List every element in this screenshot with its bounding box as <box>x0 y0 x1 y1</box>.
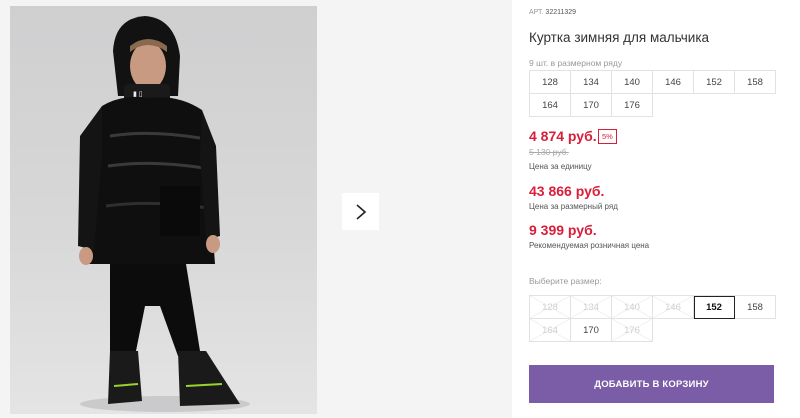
jacket-image: ▮ ▯ <box>78 16 250 412</box>
old-price: 5 130 руб. <box>529 147 569 157</box>
size-option[interactable]: 158 <box>735 296 776 319</box>
size-select-label: Выберите размер: <box>529 276 602 286</box>
size-option: 176 <box>612 319 653 342</box>
size-option: 140 <box>612 296 653 319</box>
pack-info: 9 шт. в размерном ряду <box>529 58 623 68</box>
pack-size-cell: 128 <box>530 71 571 94</box>
size-option[interactable]: 152 <box>694 296 735 319</box>
product-gallery: ▮ ▯ <box>0 0 512 418</box>
pack-size-cell: 134 <box>571 71 612 94</box>
pack-size-cell: 176 <box>612 94 653 117</box>
discount-badge: 5% <box>598 129 617 144</box>
chevron-right-icon <box>355 203 366 220</box>
row-price-label: Цена за размерный ряд <box>529 202 618 211</box>
gallery-next-button[interactable] <box>342 193 379 230</box>
pack-size-grid: 128 134 140 146 152 158 164 170 176 <box>529 70 776 117</box>
svg-text:▮ ▯: ▮ ▯ <box>133 91 143 98</box>
size-option: 164 <box>530 319 571 342</box>
size-option: 134 <box>571 296 612 319</box>
current-price: 4 874 руб. <box>529 128 597 144</box>
row-price: 43 866 руб. <box>529 183 605 199</box>
pack-size-cell: 146 <box>653 71 694 94</box>
product-photo[interactable]: ▮ ▯ <box>10 6 317 414</box>
size-option[interactable]: 170 <box>571 319 612 342</box>
size-option: 146 <box>653 296 694 319</box>
pack-size-cell: 158 <box>735 71 776 94</box>
pack-size-cell: 170 <box>571 94 612 117</box>
article-number: 32211329 <box>545 9 577 16</box>
unit-price-label: Цена за единицу <box>529 162 592 171</box>
size-selector-grid: 128 134 140 146 152 158 164 170 176 <box>529 295 776 342</box>
add-to-cart-button[interactable]: ДОБАВИТЬ В КОРЗИНУ <box>529 365 774 403</box>
article-label: АРТ. <box>529 9 544 16</box>
pack-size-cell: 152 <box>694 71 735 94</box>
retail-price-label: Рекомендуемая розничная цена <box>529 241 650 250</box>
pack-size-cell: 164 <box>530 94 571 117</box>
pack-size-cell: 140 <box>612 71 653 94</box>
retail-price: 9 399 руб. <box>529 222 597 238</box>
size-option: 128 <box>530 296 571 319</box>
product-title: Куртка зимняя для мальчика <box>529 30 710 45</box>
article: АРТ. 32211329 <box>529 9 576 16</box>
